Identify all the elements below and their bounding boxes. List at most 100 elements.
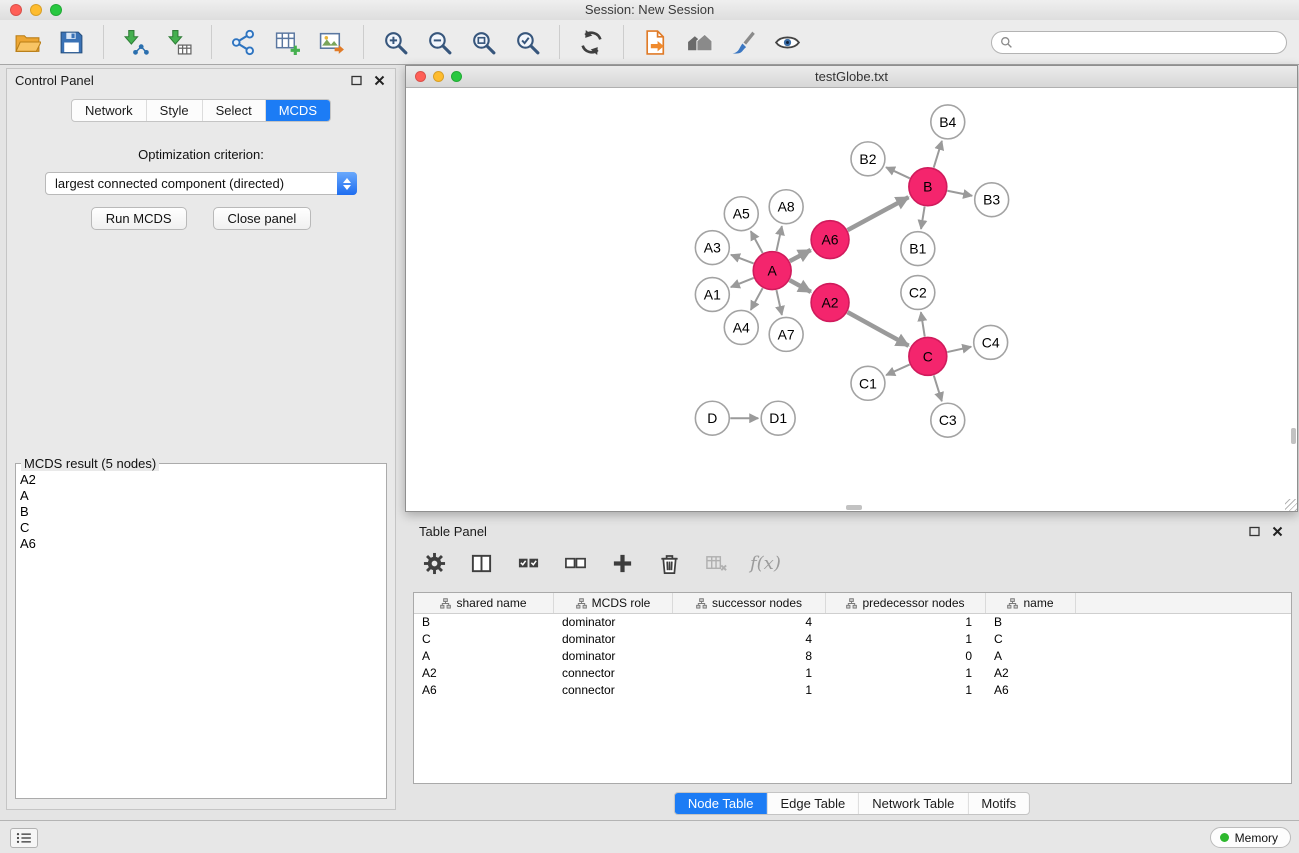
table-cell[interactable]: 1 (826, 614, 986, 631)
table-cell[interactable]: 1 (673, 682, 826, 699)
edge-A-A4[interactable] (751, 288, 763, 310)
table-cell[interactable]: 1 (673, 665, 826, 682)
zoom-selected-button[interactable] (510, 25, 545, 60)
network-horizontal-scrollbar[interactable] (846, 505, 862, 510)
graph-node-C3[interactable]: C3 (931, 403, 965, 437)
graph-node-A6[interactable]: A6 (811, 221, 849, 259)
table-cell[interactable]: 8 (673, 648, 826, 665)
graph-node-B4[interactable]: B4 (931, 105, 965, 139)
column-header-successor-nodes[interactable]: successor nodes (673, 593, 826, 613)
open-session-button[interactable] (10, 25, 45, 60)
memory-button[interactable]: Memory (1210, 827, 1291, 848)
table-cell[interactable]: dominator (554, 648, 673, 665)
table-cell[interactable]: A (986, 648, 1076, 665)
graph-node-A1[interactable]: A1 (695, 278, 729, 312)
edge-C-C1[interactable] (886, 365, 909, 376)
graph-node-B2[interactable]: B2 (851, 142, 885, 176)
edge-A2-C[interactable] (848, 312, 909, 346)
style-brush-button[interactable] (726, 25, 761, 60)
graph-node-C1[interactable]: C1 (851, 366, 885, 400)
new-network-button[interactable] (226, 25, 261, 60)
table-cell[interactable]: connector (554, 665, 673, 682)
resize-grip[interactable] (1285, 499, 1297, 511)
graph-node-B1[interactable]: B1 (901, 232, 935, 266)
graph-node-A7[interactable]: A7 (769, 317, 803, 351)
network-window-titlebar[interactable]: testGlobe.txt (406, 66, 1297, 88)
table-cell[interactable]: dominator (554, 614, 673, 631)
table-row[interactable]: A6connector11A6 (414, 682, 1291, 699)
import-network-button[interactable] (118, 25, 153, 60)
network-close-button[interactable] (415, 71, 426, 82)
mcds-result-item[interactable]: A6 (20, 536, 382, 552)
delete-table-button[interactable] (703, 550, 729, 576)
graph-node-A3[interactable]: A3 (695, 231, 729, 265)
edge-A-A8[interactable] (776, 226, 781, 251)
table-cell[interactable]: 4 (673, 614, 826, 631)
tab-select[interactable]: Select (202, 100, 265, 121)
edge-B-B4[interactable] (934, 141, 942, 168)
table-cell[interactable]: C (414, 631, 554, 648)
new-table-button[interactable] (270, 25, 305, 60)
show-columns-button[interactable] (468, 550, 494, 576)
table-cell[interactable]: B (986, 614, 1076, 631)
column-header-MCDS-role[interactable]: MCDS role (554, 593, 673, 613)
network-minimize-button[interactable] (433, 71, 444, 82)
table-cell[interactable]: 1 (826, 631, 986, 648)
table-settings-button[interactable] (421, 550, 447, 576)
graph-node-A[interactable]: A (753, 252, 791, 290)
table-cell[interactable]: A (414, 648, 554, 665)
edge-B-B1[interactable] (921, 206, 925, 228)
close-panel-action-button[interactable]: Close panel (213, 207, 312, 230)
run-mcds-button[interactable]: Run MCDS (91, 207, 187, 230)
close-table-panel-button[interactable] (1269, 523, 1285, 539)
table-cell[interactable]: dominator (554, 631, 673, 648)
tab-edge-table[interactable]: Edge Table (766, 793, 858, 814)
select-all-columns-button[interactable] (515, 550, 541, 576)
edge-A6-B[interactable] (848, 197, 909, 230)
graph-node-B[interactable]: B (909, 168, 947, 206)
refresh-button[interactable] (574, 25, 609, 60)
graph-node-D[interactable]: D (695, 401, 729, 435)
mcds-result-item[interactable]: B (20, 504, 382, 520)
graph-node-B3[interactable]: B3 (975, 183, 1009, 217)
optimization-criterion-select[interactable]: largest connected component (directed) (45, 172, 357, 195)
zoom-fit-button[interactable] (466, 25, 501, 60)
tab-node-table[interactable]: Node Table (675, 793, 767, 814)
open-network-file-button[interactable] (638, 25, 673, 60)
edge-C-C4[interactable] (947, 347, 971, 352)
edge-A-A3[interactable] (731, 255, 754, 264)
import-table-button[interactable] (162, 25, 197, 60)
mcds-result-list[interactable]: A2ABCA6 (20, 472, 382, 552)
graph-node-D1[interactable]: D1 (761, 401, 795, 435)
column-header-shared-name[interactable]: shared name (414, 593, 554, 613)
create-column-button[interactable] (609, 550, 635, 576)
graph-node-A8[interactable]: A8 (769, 190, 803, 224)
graph-node-A4[interactable]: A4 (724, 310, 758, 344)
close-window-button[interactable] (10, 4, 22, 16)
table-cell[interactable]: 4 (673, 631, 826, 648)
edge-A-A7[interactable] (776, 290, 781, 315)
task-history-button[interactable] (10, 828, 38, 848)
table-cell[interactable]: A6 (986, 682, 1076, 699)
edge-B-B3[interactable] (947, 191, 972, 196)
mcds-result-item[interactable]: A (20, 488, 382, 504)
zoom-in-button[interactable] (378, 25, 413, 60)
tab-network-table[interactable]: Network Table (858, 793, 967, 814)
table-cell[interactable]: 0 (826, 648, 986, 665)
close-panel-button[interactable] (371, 72, 387, 88)
edge-A-A5[interactable] (751, 231, 763, 253)
export-image-button[interactable] (314, 25, 349, 60)
network-canvas[interactable]: B4B2BB3A5A8A6B1A3AA1C2A2A4A7C4C1CC3DD1 (406, 88, 1297, 511)
home-button[interactable] (682, 25, 717, 60)
network-graph[interactable]: B4B2BB3A5A8A6B1A3AA1C2A2A4A7C4C1CC3DD1 (406, 88, 1297, 511)
tab-mcds[interactable]: MCDS (265, 100, 330, 121)
float-table-panel-button[interactable] (1246, 523, 1262, 539)
minimize-window-button[interactable] (30, 4, 42, 16)
zoom-window-button[interactable] (50, 4, 62, 16)
table-row[interactable]: A2connector11A2 (414, 665, 1291, 682)
table-cell[interactable]: connector (554, 682, 673, 699)
graph-node-A5[interactable]: A5 (724, 197, 758, 231)
tab-style[interactable]: Style (146, 100, 202, 121)
network-zoom-button[interactable] (451, 71, 462, 82)
mcds-result-item[interactable]: C (20, 520, 382, 536)
